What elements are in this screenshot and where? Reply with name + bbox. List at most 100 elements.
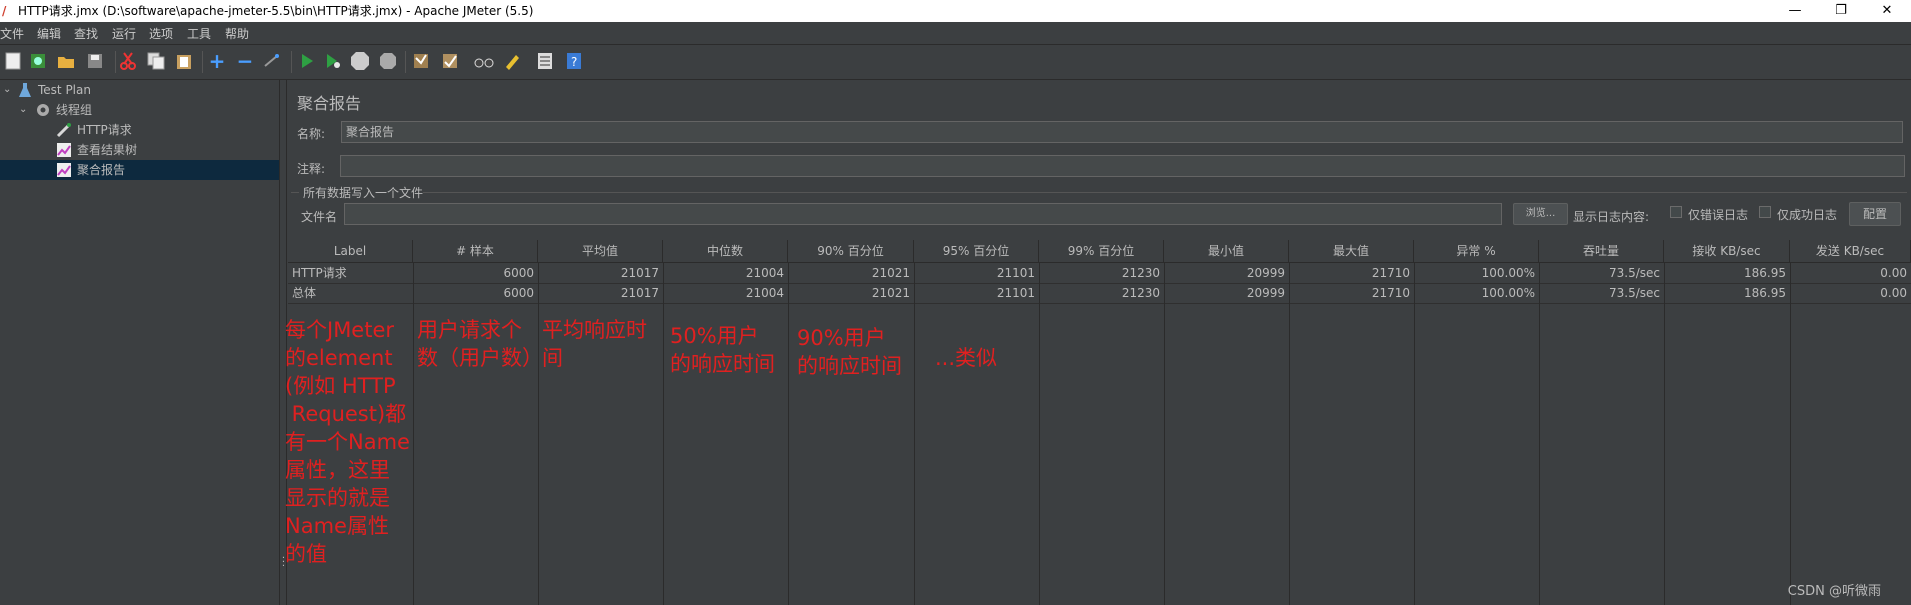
cell-sent: 0.00 (1880, 286, 1907, 300)
column-header-samples[interactable]: # 样本 (413, 240, 538, 262)
test-plan-tree: ⌄ Test Plan ⌄ 线程组 HTTP请求 查看结果树 聚合报告 (0, 80, 280, 605)
errors-only-checkbox[interactable] (1670, 206, 1682, 218)
annotation-average-column: 平均响应时 间 (542, 316, 647, 372)
tree-item-thread-group[interactable]: ⌄ 线程组 (0, 100, 279, 120)
annotation-line: 用户请求个 (417, 318, 522, 342)
cell-p99: 21230 (1121, 286, 1160, 300)
table-row[interactable]: HTTP请求 6000 21017 21004 21021 21101 2123… (288, 263, 1911, 284)
menu-file[interactable]: 文件 (0, 25, 24, 42)
cell-throughput: 73.5/sec (1609, 266, 1660, 280)
reset-search-icon[interactable] (502, 50, 522, 72)
help-icon[interactable]: ? (564, 50, 584, 72)
toolbar: + − ? (0, 45, 1911, 80)
menu-run[interactable]: 运行 (112, 25, 136, 42)
success-only-label: 仅成功日志 (1777, 208, 1838, 222)
column-header-median[interactable]: 中位数 (663, 240, 788, 262)
menu-search[interactable]: 查找 (74, 25, 98, 42)
column-header-received[interactable]: 接收 KB/sec (1664, 240, 1790, 262)
group-title: 所有数据写入一个文件 (303, 186, 424, 200)
annotation-p90-column: 90%用户 的响应时间 (797, 324, 902, 380)
clear-all-icon[interactable] (440, 50, 460, 72)
column-divider (538, 262, 539, 605)
comment-field[interactable] (340, 155, 1905, 177)
cell-max: 21710 (1371, 266, 1410, 280)
configure-button[interactable]: 配置 (1849, 202, 1901, 226)
annotation-line: 90%用户 (797, 326, 886, 350)
column-header-average[interactable]: 平均值 (538, 240, 663, 262)
close-button[interactable]: ✕ (1864, 0, 1910, 22)
clear-icon[interactable] (411, 50, 431, 72)
tree-item-http-request[interactable]: HTTP请求 (0, 120, 279, 140)
watermark: CSDN @听微雨 (1787, 584, 1881, 599)
success-only-checkbox[interactable] (1759, 206, 1771, 218)
column-header-min[interactable]: 最小值 (1164, 240, 1289, 262)
annotation-samples-column: 用户请求个 数（用户数） (417, 316, 543, 372)
group-border (291, 192, 299, 193)
chevron-down-icon[interactable]: ⌄ (19, 100, 27, 120)
column-divider (1664, 262, 1665, 605)
pipette-icon (56, 122, 72, 138)
copy-icon[interactable] (146, 50, 166, 72)
tree-item-view-results-tree[interactable]: 查看结果树 (0, 140, 279, 160)
expand-all-icon[interactable]: + (207, 49, 227, 73)
column-header-p95[interactable]: 95% 百分位 (914, 240, 1039, 262)
cell-samples: 6000 (503, 266, 534, 280)
annotation-line: Name属性 (285, 514, 389, 538)
start-icon[interactable] (297, 50, 317, 72)
collapse-all-icon[interactable]: − (235, 49, 255, 73)
stop-icon[interactable] (350, 50, 370, 72)
column-header-sent[interactable]: 发送 KB/sec (1790, 240, 1911, 262)
toolbar-separator (115, 51, 116, 73)
column-divider (788, 262, 789, 605)
chevron-down-icon[interactable]: ⌄ (3, 80, 11, 100)
menu-help[interactable]: 帮助 (225, 25, 249, 42)
menu-edit[interactable]: 编辑 (37, 25, 61, 42)
browse-button[interactable]: 浏览... (1513, 203, 1568, 225)
page-title: 聚合报告 (297, 94, 362, 113)
minimize-button[interactable]: — (1772, 0, 1818, 22)
annotation-line: 显示的就是 (285, 486, 390, 510)
tree-item-test-plan[interactable]: ⌄ Test Plan (0, 80, 279, 100)
cell-throughput: 73.5/sec (1609, 286, 1660, 300)
annotation-p95-column: ...类似 (935, 344, 997, 372)
templates-icon[interactable] (28, 50, 48, 72)
column-header-p90[interactable]: 90% 百分位 (788, 240, 914, 262)
search-binoculars-icon[interactable] (474, 50, 494, 72)
column-header-max[interactable]: 最大值 (1289, 240, 1414, 262)
column-header-label[interactable]: Label (288, 240, 413, 262)
cell-p95: 21101 (996, 266, 1035, 280)
jmeter-logo-icon: / (2, 4, 7, 18)
cell-average: 21017 (620, 286, 659, 300)
cell-median: 21004 (745, 266, 784, 280)
annotation-line: 每个JMeter (285, 318, 395, 342)
name-field[interactable]: 聚合报告 (341, 121, 1903, 143)
group-border (423, 192, 1907, 193)
menu-options[interactable]: 选项 (149, 25, 173, 42)
column-header-error-pct[interactable]: 异常 % (1414, 240, 1539, 262)
cut-icon[interactable] (118, 50, 138, 72)
cell-p95: 21101 (996, 286, 1035, 300)
tree-item-label: 线程组 (56, 103, 93, 117)
table-row[interactable]: 总体 6000 21017 21004 21021 21101 21230 20… (288, 283, 1911, 304)
column-header-p99[interactable]: 99% 百分位 (1039, 240, 1164, 262)
annotation-line: 的响应时间 (797, 354, 902, 378)
column-header-throughput[interactable]: 吞吐量 (1539, 240, 1664, 262)
annotation-line: ...类似 (935, 346, 998, 370)
menu-tools[interactable]: 工具 (187, 25, 211, 42)
new-icon[interactable] (3, 50, 23, 72)
function-helper-icon[interactable] (535, 50, 555, 72)
restore-button[interactable]: ❐ (1818, 0, 1864, 22)
log-display-label: 显示日志内容: (1573, 210, 1650, 224)
toggle-icon[interactable] (262, 50, 282, 72)
filename-field[interactable] (344, 203, 1502, 225)
shutdown-icon[interactable] (378, 50, 398, 72)
column-divider (1790, 262, 1791, 605)
start-no-pauses-icon[interactable] (323, 50, 343, 72)
filename-label: 文件名 (301, 210, 338, 224)
annotation-line: Request)都 (285, 402, 407, 426)
cell-sent: 0.00 (1880, 266, 1907, 280)
open-icon[interactable] (56, 50, 76, 72)
tree-item-aggregate-report[interactable]: 聚合报告 (0, 160, 279, 180)
paste-icon[interactable] (174, 50, 194, 72)
save-icon[interactable] (85, 50, 105, 72)
